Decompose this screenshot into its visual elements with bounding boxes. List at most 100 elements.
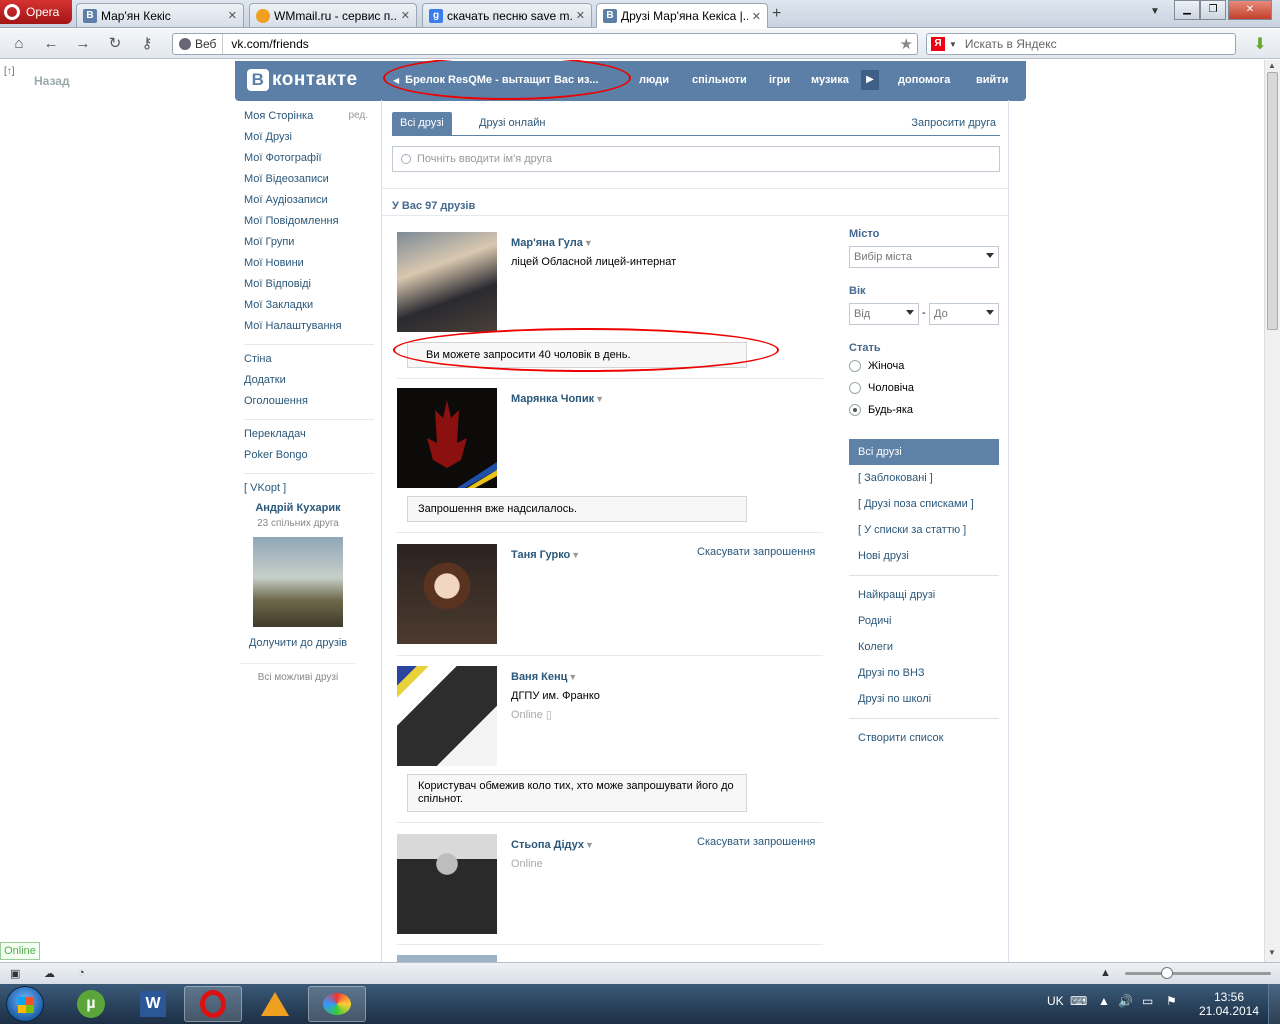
friend-avatar[interactable] — [397, 834, 497, 934]
menu-wall[interactable]: Стіна — [244, 353, 372, 374]
all-possible-friends-link[interactable]: Всі можливі друзі — [240, 663, 356, 683]
menu-poker-bongo[interactable]: Poker Bongo — [244, 449, 372, 470]
menu-translator[interactable]: Перекладач — [244, 428, 372, 449]
menu-my-photos[interactable]: Мої Фотографії — [244, 152, 372, 173]
nav-music[interactable]: музика — [811, 74, 849, 86]
menu-my-videos[interactable]: Мої Відеозаписи — [244, 173, 372, 194]
tab-list-chevron-down-icon[interactable]: ▼ — [1150, 6, 1160, 17]
list-outside-lists[interactable]: [ Друзі поза списками ] — [849, 491, 999, 517]
bookmark-star-icon[interactable]: ★ — [900, 35, 913, 53]
nav-people[interactable]: люди — [639, 74, 669, 86]
age-from-select[interactable]: Від — [849, 303, 919, 325]
menu-ads[interactable]: Оголошення — [244, 395, 372, 416]
menu-my-groups[interactable]: Мої Групи — [244, 236, 372, 257]
back-marker[interactable]: [↑] — [4, 66, 15, 77]
search-field[interactable]: Я ▼ Искать в Яндекс — [926, 33, 1236, 55]
chevron-down-icon[interactable]: ▼ — [585, 840, 594, 850]
address-bar[interactable]: Веб vk.com/friends ★ — [172, 33, 918, 55]
friend-avatar[interactable] — [397, 388, 497, 488]
menu-my-friends[interactable]: Мої Друзі — [244, 131, 372, 152]
keyboard-icon[interactable]: ⌨ — [1070, 994, 1087, 1008]
friend-search-input[interactable]: Почніть вводити ім'я друга — [392, 146, 1000, 172]
volume-icon[interactable]: 🔊 — [1118, 994, 1133, 1008]
taskbar-utorrent[interactable]: µ — [62, 986, 120, 1022]
minimize-window-button[interactable]: ▁ — [1174, 0, 1200, 20]
key-icon[interactable]: ⚷ — [136, 34, 158, 54]
friend-name-row[interactable]: Марянка Чопик▼ — [511, 393, 604, 405]
close-icon[interactable]: ✕ — [401, 9, 410, 22]
invite-friend-link[interactable]: Запросити друга — [911, 117, 996, 129]
address-url[interactable]: vk.com/friends — [223, 37, 308, 51]
sex-radio-male[interactable]: Чоловіча — [849, 382, 914, 394]
taskbar-paint[interactable] — [308, 986, 366, 1022]
friend-name[interactable]: Мар'яна Гула — [511, 237, 583, 249]
list-relatives[interactable]: Родичі — [849, 608, 999, 634]
list-colleagues[interactable]: Колеги — [849, 634, 999, 660]
friend-avatar[interactable] — [397, 544, 497, 644]
add-friend-link[interactable]: Долучити до друзів — [240, 637, 356, 649]
friend-name-row[interactable]: Мар'яна Гула▼ — [511, 237, 593, 249]
scrollbar-thumb[interactable] — [1267, 72, 1278, 330]
city-select[interactable]: Вибір міста — [849, 246, 999, 268]
nav-logout[interactable]: вийти — [976, 74, 1008, 86]
cancel-invitation-link[interactable]: Скасувати запрошення — [697, 836, 815, 848]
radio-circle[interactable] — [849, 360, 861, 372]
header-ad-link[interactable]: ◀ Брелок ResQMe - вытащит Вас из... — [393, 74, 599, 86]
download-arrow-icon[interactable]: ⬇ — [1250, 34, 1270, 54]
panel-toggle-icon[interactable]: ▣ — [10, 967, 20, 980]
chevron-down-icon[interactable]: ▼ — [595, 394, 604, 404]
browser-tab-2[interactable]: WMmail.ru - сервис п... ✕ — [249, 3, 417, 27]
friend-avatar[interactable] — [397, 955, 497, 962]
zoom-up-icon[interactable]: ▲ — [1100, 967, 1111, 979]
show-desktop-button[interactable] — [1268, 984, 1280, 1024]
language-indicator[interactable]: UK — [1047, 994, 1064, 1008]
tray-expand-icon[interactable]: ▲ — [1098, 994, 1110, 1008]
restore-window-button[interactable]: ❐ — [1200, 0, 1226, 20]
network-icon[interactable]: ⚑ — [1166, 994, 1177, 1008]
scroll-down-arrow-icon[interactable]: ▼ — [1268, 948, 1276, 957]
menu-my-answers[interactable]: Мої Відповіді — [244, 278, 372, 299]
list-best-friends[interactable]: Найкращі друзі — [849, 582, 999, 608]
speed-dial-icon[interactable]: ◔ — [78, 967, 85, 979]
taskbar-aimp[interactable] — [246, 986, 304, 1022]
close-icon[interactable]: ✕ — [228, 9, 237, 22]
chevron-down-icon[interactable]: ▼ — [571, 550, 580, 560]
friend-name[interactable]: Марянка Чопик — [511, 393, 594, 405]
taskbar-word[interactable]: W — [124, 986, 182, 1022]
address-mode[interactable]: Веб — [173, 34, 224, 54]
close-icon[interactable]: ✕ — [576, 9, 585, 22]
cloud-icon[interactable]: ☁ — [44, 967, 55, 980]
suggestion-avatar[interactable] — [253, 537, 343, 627]
menu-apps[interactable]: Додатки — [244, 374, 372, 395]
tab-all-friends[interactable]: Всі друзі — [392, 112, 452, 135]
list-blocked[interactable]: [ Заблоковані ] — [849, 465, 999, 491]
start-button[interactable] — [6, 986, 44, 1022]
age-to-select[interactable]: До — [929, 303, 999, 325]
friend-avatar[interactable] — [397, 232, 497, 332]
scroll-up-arrow-icon[interactable]: ▲ — [1268, 61, 1276, 70]
chevron-down-icon[interactable]: ▼ — [568, 672, 577, 682]
list-school-friends[interactable]: Друзі по школі — [849, 686, 999, 712]
taskbar-clock[interactable]: 13:56 21.04.2014 — [1196, 990, 1262, 1018]
browser-tab-3[interactable]: g скачать песню save m... ✕ — [422, 3, 592, 27]
nav-communities[interactable]: спільноти — [692, 74, 747, 86]
menu-my-news[interactable]: Мої Новини — [244, 257, 372, 278]
taskbar-opera[interactable] — [184, 986, 242, 1022]
forward-arrow-icon[interactable]: → — [72, 34, 94, 54]
radio-circle[interactable] — [849, 382, 861, 394]
friend-name[interactable]: Стьопа Дідух — [511, 839, 584, 851]
browser-tab-1[interactable]: В Мар'ян Кекіс ✕ — [76, 3, 244, 27]
create-list-link[interactable]: Створити список — [849, 725, 999, 751]
nav-more-arrow-icon[interactable]: ▶ — [861, 70, 879, 90]
tab-friends-online[interactable]: Друзі онлайн — [471, 112, 553, 135]
back-arrow-icon[interactable]: ← — [40, 34, 62, 54]
sex-radio-any[interactable]: Будь-яка — [849, 404, 913, 416]
friend-avatar[interactable] — [397, 666, 497, 766]
close-window-button[interactable]: ✕ — [1228, 0, 1272, 20]
list-university-friends[interactable]: Друзі по ВНЗ — [849, 660, 999, 686]
chevron-down-icon[interactable]: ▼ — [584, 238, 593, 248]
nav-help[interactable]: допомога — [898, 74, 950, 86]
list-new-friends[interactable]: Нові друзі — [849, 543, 999, 569]
back-link[interactable]: Назад — [34, 74, 70, 88]
opera-menu-button[interactable]: Opera — [0, 0, 72, 24]
